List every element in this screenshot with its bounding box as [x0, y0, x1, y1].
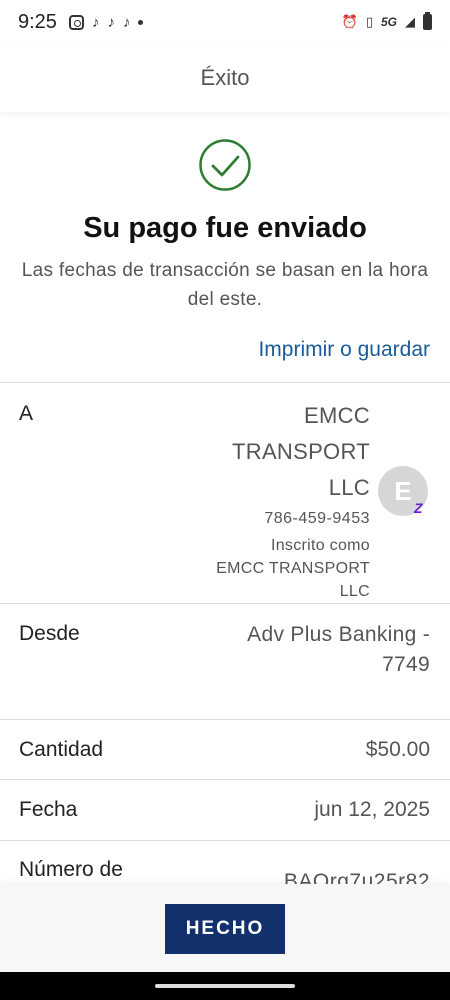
tiktok-icon: ♪	[107, 13, 115, 31]
home-gesture-handle[interactable]	[155, 984, 295, 988]
status-bar: 9:25 ♪ ♪ ♪ ⏰ ▯ 5G ◢	[0, 0, 450, 44]
from-label: Desde	[19, 622, 80, 645]
recipient-name-line2: TRANSPORT	[232, 439, 370, 464]
enrolled-as-line3: LLC	[339, 583, 370, 600]
recipient-info: EMCC TRANSPORT LLC 786-459-9453 Inscrito…	[170, 398, 370, 603]
signal-icon: ◢	[405, 14, 415, 29]
notification-icons: ♪ ♪ ♪	[68, 13, 144, 31]
enrolled-as-line1: Inscrito como	[270, 537, 370, 554]
divider	[0, 779, 450, 780]
confirmation-number-label: Número de	[19, 858, 123, 881]
amount-label: Cantidad	[19, 738, 104, 761]
divider	[0, 603, 450, 604]
divider	[0, 840, 450, 841]
recipient-name-line3: LLC	[328, 475, 370, 500]
enrolled-as-line2: EMCC TRANSPORT	[216, 560, 370, 577]
date-label: Fecha	[19, 798, 78, 821]
from-account: Adv Plus Banking - 7749	[180, 620, 430, 680]
tiktok-icon: ♪	[91, 13, 100, 31]
instagram-icon	[68, 14, 84, 30]
date-value: jun 12, 2025	[314, 798, 430, 821]
success-headline: Su pago fue enviado	[83, 212, 367, 244]
notification-dot-icon	[138, 19, 144, 25]
amount-value: $50.00	[365, 738, 430, 761]
vibrate-icon: ▯	[365, 14, 373, 29]
from-account-line2: 7749	[382, 653, 430, 676]
success-check-icon	[198, 138, 252, 192]
divider	[0, 382, 450, 383]
system-icons: ⏰ ▯ 5G ◢	[341, 12, 432, 30]
network-label: 5G	[380, 15, 397, 29]
divider	[0, 719, 450, 720]
from-account-line1: Adv Plus Banking -	[247, 623, 430, 646]
alarm-icon: ⏰	[341, 14, 358, 29]
done-button[interactable]: HECHO	[165, 904, 285, 954]
timezone-note: Las fechas de transacción se basan en la…	[21, 260, 429, 310]
battery-icon	[423, 12, 432, 30]
print-or-save-link[interactable]: Imprimir o guardar	[258, 338, 430, 362]
page-header: Éxito	[0, 44, 450, 112]
tiktok-icon: ♪	[122, 13, 131, 31]
page-title: Éxito	[200, 65, 250, 90]
recipient-phone: 786-459-9453	[264, 510, 370, 527]
recipient-name-line1: EMCC	[304, 403, 370, 428]
status-time: 9:25	[18, 10, 57, 33]
to-label: A	[19, 402, 34, 425]
zelle-badge-icon: Z	[414, 500, 423, 516]
